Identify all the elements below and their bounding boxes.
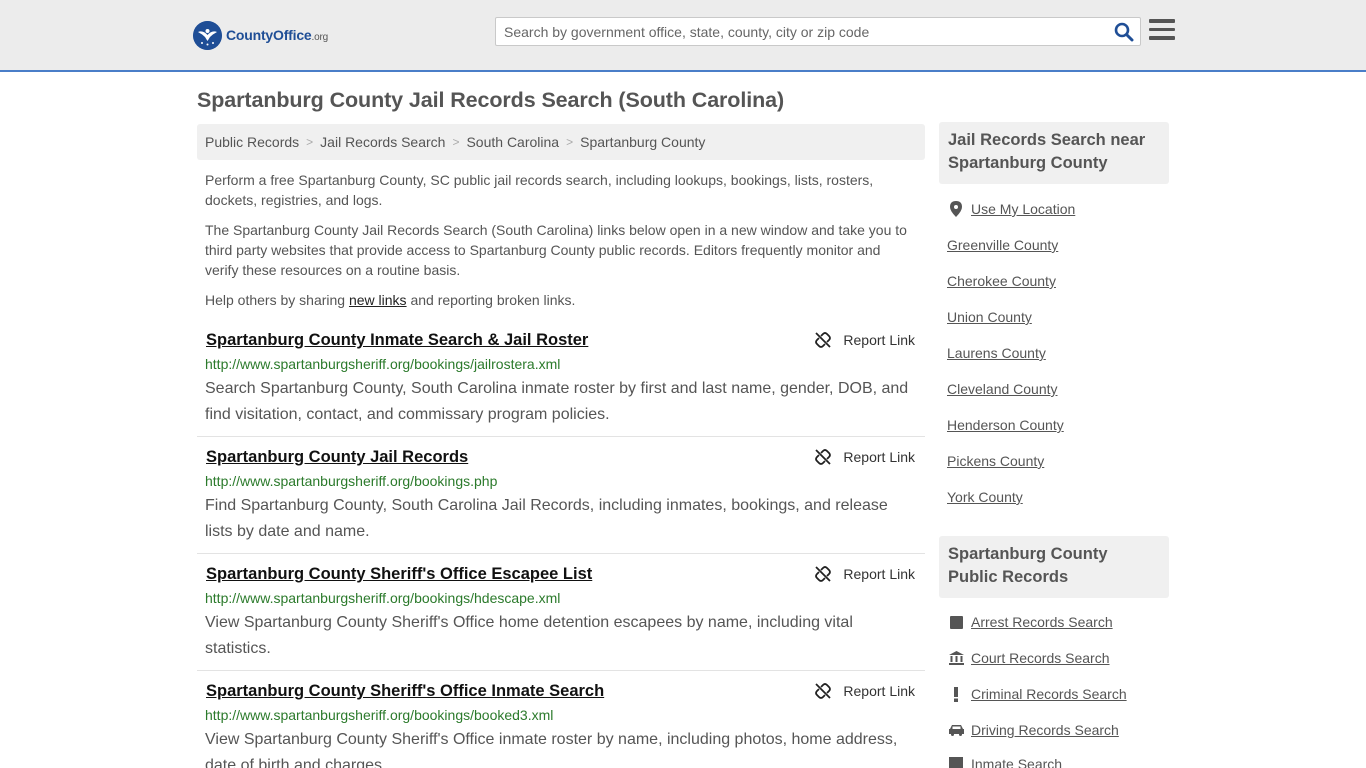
nearby-county-link[interactable]: Henderson County xyxy=(947,417,1064,433)
result-url: http://www.spartanburgsheriff.org/bookin… xyxy=(205,473,498,489)
nearby-county-link[interactable]: Union County xyxy=(947,309,1032,325)
search-icon[interactable] xyxy=(1114,22,1134,42)
broken-link-icon xyxy=(815,683,832,699)
logo-wordmark: CountyOffice.org xyxy=(226,27,328,43)
eagle-seal-icon xyxy=(193,20,222,50)
result-title-link[interactable]: Spartanburg County Jail Records xyxy=(206,448,468,467)
car-icon xyxy=(947,722,965,738)
courthouse-icon xyxy=(947,650,965,666)
report-link-button[interactable]: Report Link xyxy=(815,449,915,465)
arrest-records-search-link[interactable]: Arrest Records Search xyxy=(947,614,1113,630)
result-url: http://www.spartanburgsheriff.org/bookin… xyxy=(205,707,554,723)
result-title-link[interactable]: Spartanburg County Sheriff's Office Inma… xyxy=(206,682,604,701)
nearby-county-link[interactable]: Cleveland County xyxy=(947,381,1058,397)
result-url: http://www.spartanburgsheriff.org/bookin… xyxy=(205,356,561,372)
intro-paragraph-1: Perform a free Spartanburg County, SC pu… xyxy=(205,172,874,208)
search-input[interactable] xyxy=(496,18,1106,45)
exclamation-icon xyxy=(947,686,965,702)
inmate-search-link[interactable]: Inmate Search xyxy=(947,756,1062,768)
result-item: Spartanburg County Inmate Search & Jail … xyxy=(197,331,925,437)
use-my-location-link[interactable]: Use My Location xyxy=(947,201,1075,217)
result-url: http://www.spartanburgsheriff.org/bookin… xyxy=(205,590,561,606)
nearby-county-link[interactable]: York County xyxy=(947,489,1023,505)
result-title-link[interactable]: Spartanburg County Sheriff's Office Esca… xyxy=(206,565,592,584)
result-description: View Spartanburg County Sheriff's Office… xyxy=(205,731,898,768)
broken-link-icon xyxy=(815,566,832,582)
nearby-county-link[interactable]: Laurens County xyxy=(947,345,1046,361)
hamburger-menu-icon[interactable] xyxy=(1149,19,1175,43)
broken-link-icon xyxy=(815,449,832,465)
result-item: Spartanburg County Sheriff's Office Esca… xyxy=(197,565,925,671)
nearby-county-link[interactable]: Greenville County xyxy=(947,237,1058,253)
square-icon xyxy=(947,614,965,630)
nearby-county-link[interactable]: Pickens County xyxy=(947,453,1044,469)
breadcrumb-south-carolina[interactable]: South Carolina xyxy=(466,134,559,150)
result-description: View Spartanburg County Sheriff's Office… xyxy=(205,614,853,657)
breadcrumb-separator-icon: > xyxy=(566,135,574,149)
report-link-button[interactable]: Report Link xyxy=(815,332,915,348)
result-description: Find Spartanburg County, South Carolina … xyxy=(205,497,888,540)
court-records-search-link[interactable]: Court Records Search xyxy=(947,650,1110,666)
report-link-button[interactable]: Report Link xyxy=(815,683,915,699)
driving-records-search-link[interactable]: Driving Records Search xyxy=(947,722,1119,738)
intro-paragraph-3: Help others by sharing new links and rep… xyxy=(205,292,576,308)
sidebar-public-records-heading: Spartanburg County Public Records xyxy=(939,536,1169,598)
breadcrumb: Public Records > Jail Records Search > S… xyxy=(197,124,925,160)
result-item: Spartanburg County Sheriff's Office Inma… xyxy=(197,682,925,768)
sidebar-nearby-heading: Jail Records Search near Spartanburg Cou… xyxy=(939,122,1169,184)
breadcrumb-jail-records-search[interactable]: Jail Records Search xyxy=(320,134,445,150)
new-links-link[interactable]: new links xyxy=(349,292,407,308)
breadcrumb-separator-icon: > xyxy=(306,135,314,149)
breadcrumb-public-records[interactable]: Public Records xyxy=(205,134,299,150)
breadcrumb-separator-icon: > xyxy=(452,135,460,149)
criminal-records-search-link[interactable]: Criminal Records Search xyxy=(947,686,1127,702)
inmate-icon xyxy=(947,756,965,768)
broken-link-icon xyxy=(815,332,832,348)
breadcrumb-spartanburg-county[interactable]: Spartanburg County xyxy=(580,134,705,150)
county-office-logo[interactable]: CountyOffice.org xyxy=(193,20,328,50)
intro-paragraph-2: The Spartanburg County Jail Records Sear… xyxy=(205,222,907,278)
report-link-button[interactable]: Report Link xyxy=(815,566,915,582)
top-header: CountyOffice.org xyxy=(0,0,1366,72)
page-title: Spartanburg County Jail Records Search (… xyxy=(197,88,785,112)
result-title-link[interactable]: Spartanburg County Inmate Search & Jail … xyxy=(206,331,588,350)
map-marker-icon xyxy=(947,201,965,217)
nearby-county-link[interactable]: Cherokee County xyxy=(947,273,1056,289)
result-description: Search Spartanburg County, South Carolin… xyxy=(205,380,909,423)
search-box xyxy=(495,17,1141,46)
result-item: Spartanburg County Jail Records Report L… xyxy=(197,448,925,554)
